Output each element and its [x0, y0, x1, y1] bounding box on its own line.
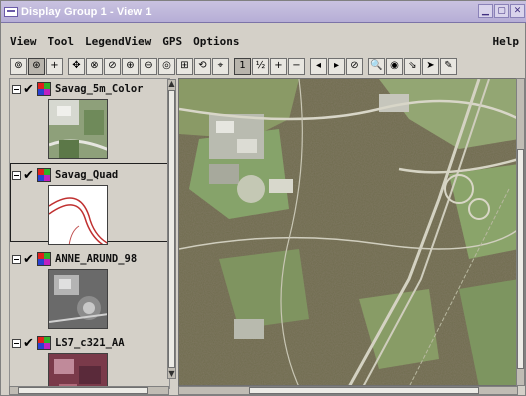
gps-icon[interactable]: ◉	[386, 57, 403, 75]
collapse-icon[interactable]	[12, 254, 21, 264]
scale-2-icon[interactable]: ½	[252, 57, 269, 75]
zoom-in-icon[interactable]: ⊕	[122, 57, 139, 75]
legend-vertical-scrollbar[interactable]: ▲ ▼	[167, 79, 176, 379]
spatial-select-icon[interactable]: ⊚	[10, 57, 27, 75]
magnify-icon[interactable]: 🔍	[368, 57, 385, 75]
next-view-icon[interactable]: ▸	[328, 57, 345, 75]
menu-options[interactable]: Options	[193, 35, 239, 48]
view-vertical-scrollbar[interactable]	[516, 78, 525, 386]
menu-view[interactable]: View	[10, 35, 37, 48]
scroll-up-icon[interactable]: ▲	[168, 80, 175, 88]
window-title: Display Group 1 - View 1	[21, 5, 152, 18]
raster-layer-icon	[37, 168, 51, 182]
aerial-image	[179, 79, 517, 385]
layer-header: ✔ ANNE_ARUND_98	[12, 251, 137, 267]
layer-header: ✔ LS7_c321_AA	[12, 335, 125, 351]
legend-hscroll-thumb[interactable]	[18, 387, 148, 394]
window-menu-icon[interactable]	[4, 6, 18, 17]
close-button[interactable]: ✕	[510, 4, 525, 18]
layer-name: ANNE_ARUND_98	[55, 253, 138, 265]
legend-panel: ✔ Savag_5m_Color ✔ Savag_Quad ✔ ANNE_ARU…	[9, 78, 170, 389]
layer-thumbnail	[48, 353, 108, 388]
layer-thumbnail	[48, 99, 108, 159]
scroll-down-icon[interactable]: ▼	[168, 370, 175, 378]
zoom-box-icon[interactable]: ⊗	[86, 57, 103, 75]
cancel-redraw-icon[interactable]: ⊘	[346, 57, 363, 75]
add-layer-icon[interactable]: +	[46, 57, 63, 75]
scale-plus-icon[interactable]: +	[270, 57, 287, 75]
collapse-icon[interactable]	[12, 170, 21, 180]
menu-gps[interactable]: GPS	[162, 35, 182, 48]
pan-icon[interactable]: ✥	[68, 57, 85, 75]
map-view[interactable]	[178, 78, 518, 386]
layer-name: Savag_5m_Color	[55, 83, 144, 95]
zoom-out-icon[interactable]: ⊖	[140, 57, 157, 75]
menu-legendview[interactable]: LegendView	[85, 35, 151, 48]
zoom-icon[interactable]: ⊘	[104, 57, 121, 75]
view-scroll-thumb[interactable]	[517, 149, 524, 369]
scale-minus-icon[interactable]: −	[288, 57, 305, 75]
redraw-icon[interactable]: ⟲	[194, 57, 211, 75]
measure-icon[interactable]: ⌖	[212, 57, 229, 75]
display-window: Display Group 1 - View 1 ▁ ▢ ✕ View Tool…	[0, 0, 526, 396]
collapse-icon[interactable]	[12, 338, 21, 348]
layer-name: Savag_Quad	[55, 169, 119, 181]
layer-thumbnail	[48, 269, 108, 329]
layer-header: ✔ Savag_Quad	[12, 167, 118, 183]
previous-view-icon[interactable]: ◂	[310, 57, 327, 75]
minimize-button[interactable]: ▁	[478, 4, 493, 18]
pencil-icon[interactable]: ✎	[440, 57, 457, 75]
marker-icon[interactable]: ⇘	[404, 57, 421, 75]
view-hscroll-thumb[interactable]	[249, 387, 479, 394]
point-select-icon[interactable]: ⊛	[28, 57, 45, 75]
legend-scroll-thumb[interactable]	[168, 90, 175, 368]
scale-1-icon[interactable]: 1	[234, 57, 251, 75]
checkmark-icon[interactable]: ✔	[23, 83, 35, 96]
zoom-full-icon[interactable]: ⊞	[176, 57, 193, 75]
raster-layer-icon	[37, 336, 51, 350]
layer-header: ✔ Savag_5m_Color	[12, 81, 144, 97]
checkmark-icon[interactable]: ✔	[23, 253, 35, 266]
legend-horizontal-scrollbar[interactable]	[9, 386, 169, 395]
layer-thumbnail	[48, 185, 108, 245]
layer-name: LS7_c321_AA	[55, 337, 125, 349]
toolbar: ⊚ ⊛ + ✥ ⊗ ⊘ ⊕ ⊖ ◎ ⊞ ⟲ ⌖ 1 ½ + − ◂ ▸ ⊘ 🔍 ◉ ⇘ ➤ ✎	[1, 55, 526, 77]
maximize-button[interactable]: ▢	[494, 4, 509, 18]
checkmark-icon[interactable]: ✔	[23, 337, 35, 350]
menu-help[interactable]: Help	[493, 35, 520, 48]
raster-layer-icon	[37, 82, 51, 96]
checkmark-icon[interactable]: ✔	[23, 169, 35, 182]
collapse-icon[interactable]	[12, 84, 21, 94]
arrow-pointer-icon[interactable]: ➤	[422, 57, 439, 75]
zoom-to-layer-icon[interactable]: ◎	[158, 57, 175, 75]
title-bar[interactable]: Display Group 1 - View 1 ▁ ▢ ✕	[1, 1, 526, 23]
raster-layer-icon	[37, 252, 51, 266]
view-horizontal-scrollbar[interactable]	[178, 386, 518, 395]
window-controls: ▁ ▢ ✕	[478, 4, 525, 18]
menu-bar: View Tool LegendView GPS Options Help	[1, 31, 526, 51]
menu-tool[interactable]: Tool	[48, 35, 75, 48]
